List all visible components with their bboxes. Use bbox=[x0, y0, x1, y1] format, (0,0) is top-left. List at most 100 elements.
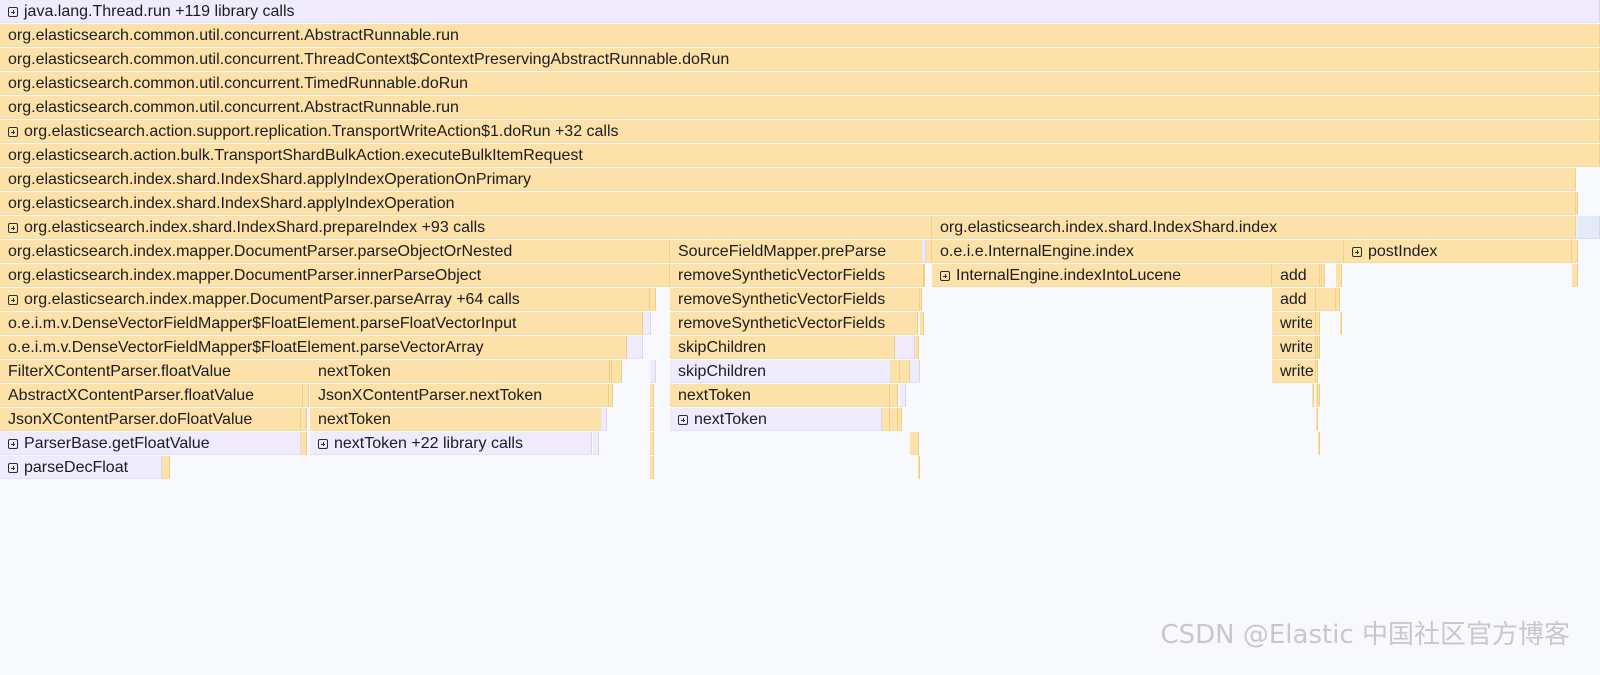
flame-frame[interactable]: org.elasticsearch.common.util.concurrent… bbox=[0, 24, 1600, 47]
flame-frame-sliver[interactable] bbox=[890, 360, 900, 383]
flame-frame-sliver[interactable] bbox=[915, 336, 919, 359]
flame-frame-sliver[interactable] bbox=[915, 432, 919, 455]
flame-frame-sliver[interactable] bbox=[1578, 216, 1600, 239]
flame-frame[interactable]: org.elasticsearch.common.util.concurrent… bbox=[0, 96, 1600, 119]
flame-frame[interactable]: removeSyntheticVectorFields bbox=[670, 312, 918, 335]
flame-frame-sliver[interactable] bbox=[1312, 312, 1316, 335]
flame-frame[interactable]: InternalEngine.indexIntoLucene bbox=[932, 264, 1272, 287]
flame-frame[interactable]: removeSyntheticVectorFields bbox=[670, 264, 925, 287]
frame-label: org.elasticsearch.common.util.concurrent… bbox=[8, 99, 459, 116]
flame-frame[interactable]: AbstractXContentParser.floatValue bbox=[0, 384, 303, 407]
flame-frame-sliver[interactable] bbox=[900, 360, 910, 383]
flame-frame[interactable]: o.e.i.m.v.DenseVectorFieldMapper$FloatEl… bbox=[0, 336, 627, 359]
flame-frame-sliver[interactable] bbox=[301, 408, 307, 431]
flame-frame-sliver[interactable] bbox=[650, 360, 656, 383]
expand-icon[interactable] bbox=[940, 271, 950, 281]
flame-frame-sliver[interactable] bbox=[1312, 288, 1316, 311]
flame-frame[interactable]: nextToken bbox=[310, 408, 603, 431]
flame-frame[interactable]: org.elasticsearch.index.shard.IndexShard… bbox=[0, 168, 1576, 191]
flame-frame-sliver[interactable] bbox=[922, 240, 926, 263]
flame-frame[interactable]: postIndex bbox=[1344, 240, 1572, 263]
flame-frame-sliver[interactable] bbox=[1316, 384, 1318, 407]
flame-frame-sliver[interactable] bbox=[603, 384, 609, 407]
flame-frame[interactable]: parseDecFloat bbox=[0, 456, 162, 479]
flame-frame[interactable]: skipChildren bbox=[670, 336, 895, 359]
flame-frame-sliver[interactable] bbox=[1316, 408, 1318, 431]
flame-frame-sliver[interactable] bbox=[898, 408, 902, 431]
flame-frame-sliver[interactable] bbox=[1340, 312, 1342, 335]
flame-frame-sliver[interactable] bbox=[601, 408, 607, 431]
flame-frame-sliver[interactable] bbox=[1336, 264, 1342, 287]
flame-frame-sliver[interactable] bbox=[1318, 432, 1320, 455]
expand-icon[interactable] bbox=[8, 295, 18, 305]
flame-frame-sliver[interactable] bbox=[1312, 384, 1314, 407]
flame-frame-sliver[interactable] bbox=[890, 384, 898, 407]
flame-frame[interactable]: skipChildren bbox=[670, 360, 920, 383]
flame-frame-sliver[interactable] bbox=[303, 384, 309, 407]
expand-icon[interactable] bbox=[318, 439, 328, 449]
flame-frame[interactable]: org.elasticsearch.index.shard.IndexShard… bbox=[0, 192, 1576, 215]
flame-frame-sliver[interactable] bbox=[643, 312, 651, 335]
flame-frame[interactable]: ParserBase.getFloatValue bbox=[0, 432, 301, 455]
flame-frame-sliver[interactable] bbox=[1312, 264, 1320, 287]
flame-frame-sliver[interactable] bbox=[1322, 288, 1336, 311]
flame-frame[interactable]: java.lang.Thread.run +119 library calls bbox=[0, 0, 1600, 23]
flame-frame[interactable]: nextToken bbox=[670, 408, 882, 431]
flame-frame[interactable]: nextToken bbox=[310, 360, 610, 383]
expand-icon[interactable] bbox=[8, 127, 18, 137]
flame-frame[interactable]: o.e.i.m.v.DenseVectorFieldMapper$FloatEl… bbox=[0, 312, 643, 335]
expand-icon[interactable] bbox=[678, 415, 688, 425]
flame-frame[interactable]: nextToken +22 library calls bbox=[310, 432, 592, 455]
flame-frame-sliver[interactable] bbox=[900, 384, 906, 407]
flame-frame-sliver[interactable] bbox=[1312, 336, 1316, 359]
flame-frame[interactable]: org.elasticsearch.index.mapper.DocumentP… bbox=[0, 240, 670, 263]
expand-icon[interactable] bbox=[8, 7, 18, 17]
flame-frame[interactable]: JsonXContentParser.nextToken bbox=[310, 384, 613, 407]
flame-frame[interactable]: org.elasticsearch.index.mapper.DocumentP… bbox=[0, 264, 670, 287]
expand-icon[interactable] bbox=[8, 463, 18, 473]
flame-frame-sliver[interactable] bbox=[1576, 192, 1578, 215]
flame-frame-sliver[interactable] bbox=[650, 384, 654, 407]
flame-frame-sliver[interactable] bbox=[593, 432, 599, 455]
flame-frame-sliver[interactable] bbox=[918, 288, 920, 311]
flame-frame-sliver[interactable] bbox=[162, 456, 170, 479]
flame-frame[interactable]: org.elasticsearch.common.util.concurrent… bbox=[0, 72, 1600, 95]
flame-frame[interactable]: nextToken bbox=[670, 384, 890, 407]
flame-frame[interactable]: org.elasticsearch.index.shard.IndexShard… bbox=[0, 216, 932, 239]
flame-frame[interactable]: SourceFieldMapper.preParse bbox=[670, 240, 932, 263]
flame-frame[interactable]: org.elasticsearch.action.support.replica… bbox=[0, 120, 1600, 143]
flame-frame-sliver[interactable] bbox=[1318, 336, 1320, 359]
flame-frame-sliver[interactable] bbox=[650, 456, 654, 479]
flame-frame[interactable]: o.e.i.e.InternalEngine.index bbox=[932, 240, 1344, 263]
flame-frame-sliver[interactable] bbox=[920, 312, 924, 335]
expand-icon[interactable] bbox=[8, 223, 18, 233]
flame-frame[interactable]: org.elasticsearch.action.bulk.TransportS… bbox=[0, 144, 1600, 167]
flame-frame-sliver[interactable] bbox=[650, 432, 654, 455]
flame-frame[interactable]: write bbox=[1272, 360, 1316, 383]
flame-frame-sliver[interactable] bbox=[895, 336, 915, 359]
flame-frame[interactable]: org.elasticsearch.index.mapper.DocumentP… bbox=[0, 288, 650, 311]
expand-icon[interactable] bbox=[8, 439, 18, 449]
flame-frame[interactable]: removeSyntheticVectorFields bbox=[670, 288, 922, 311]
flame-frame[interactable]: org.elasticsearch.index.shard.IndexShard… bbox=[932, 216, 1576, 239]
flame-frame-sliver[interactable] bbox=[922, 264, 924, 287]
flame-frame-sliver[interactable] bbox=[918, 456, 920, 479]
flame-frame-sliver[interactable] bbox=[1572, 240, 1578, 263]
flame-frame-sliver[interactable] bbox=[1318, 312, 1320, 335]
flame-frame-sliver[interactable] bbox=[650, 288, 656, 311]
flame-frame-sliver[interactable] bbox=[1318, 384, 1320, 407]
flame-frame[interactable]: JsonXContentParser.doFloatValue bbox=[0, 408, 301, 431]
flame-frame-sliver[interactable] bbox=[882, 408, 890, 431]
flame-frame-sliver[interactable] bbox=[1572, 264, 1578, 287]
expand-icon[interactable] bbox=[1352, 247, 1362, 257]
flame-frame-sliver[interactable] bbox=[627, 336, 643, 359]
frame-suffix: +119 library calls bbox=[170, 3, 295, 20]
flame-frame-sliver[interactable] bbox=[1322, 264, 1325, 287]
flame-frame-sliver[interactable] bbox=[301, 432, 307, 455]
flame-frame-sliver[interactable] bbox=[890, 408, 898, 431]
flame-frame-sliver[interactable] bbox=[1316, 360, 1318, 383]
flame-frame[interactable]: org.elasticsearch.common.util.concurrent… bbox=[0, 48, 1600, 71]
flame-frame-sliver[interactable] bbox=[612, 360, 622, 383]
flame-frame-sliver[interactable] bbox=[650, 408, 654, 431]
flame-frame-sliver[interactable] bbox=[1336, 288, 1340, 311]
